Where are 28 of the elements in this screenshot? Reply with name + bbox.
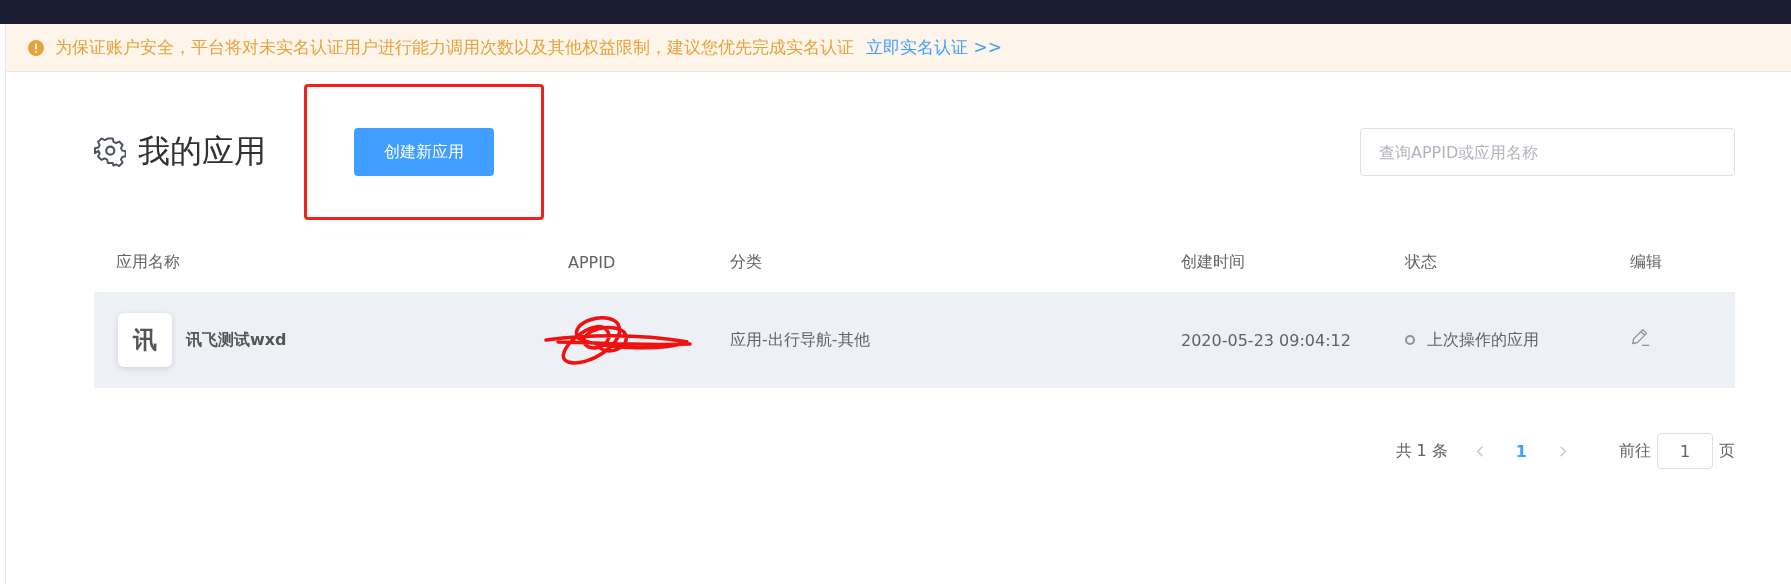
table-cell-text: 应用-出行导航-其他 [730,329,871,351]
page-title: 我的应用 [138,131,266,172]
previous-page-icon[interactable] [1475,444,1484,458]
app-name: 讯飞测试wxd [186,329,287,351]
page-number[interactable]: 1 [1511,441,1531,461]
page-suffix: 页 [1719,440,1735,462]
table-cell-text: 2020-05-23 09:04:12 [1181,330,1352,350]
app-logo: 讯 [118,313,172,367]
warning-icon [28,39,44,56]
column-header: 应用名称 [115,251,181,273]
search-field[interactable]: 查询APPID或应用名称 [1360,128,1735,176]
column-header: 编辑 [1630,251,1663,273]
notice-text: 为保证账户安全，平台将对未实名认证用户进行能力调用次数以及其他权益限制，建议您优先完成实名认证 [55,36,854,59]
page-input[interactable]: 1 [1657,433,1713,469]
column-header: 分类 [730,251,763,273]
column-header: 状态 [1405,251,1438,273]
gear-icon [94,136,126,168]
status-text: 上次操作的应用 [1427,329,1539,351]
create-app-button[interactable]: 创建新应用 [354,128,494,176]
edit-icon[interactable] [1630,327,1652,349]
goto-label: 前往 [1619,440,1651,462]
total-count: 共 1 条 [1395,440,1448,462]
column-header: 创建时间 [1181,251,1246,273]
next-page-icon[interactable] [1559,444,1567,458]
table-row[interactable]: 讯 讯飞测试wxd 应用-出行导航-其他 2020-05-23 09:04:12 上次操作的应用 [94,292,1735,388]
column-header: APPID [568,252,617,272]
status-dot-icon [1405,335,1415,345]
verify-link[interactable]: 立即实名认证 >> [866,36,1002,59]
